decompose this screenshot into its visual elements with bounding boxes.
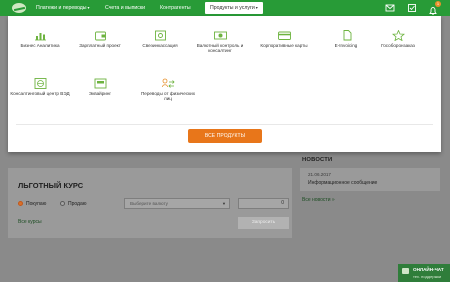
product-collection[interactable]: Свеэинкассация: [130, 30, 190, 48]
product-currency-control[interactable]: Валютный контроль и консалтинг: [190, 30, 250, 54]
products-dropdown: Бизнес Аналитика Зарплатный проект Свеэи…: [8, 16, 441, 152]
chat-subtitle: тех. поддержки: [413, 274, 442, 279]
product-ved-consulting[interactable]: Консалтинговый центр ВЭД: [10, 78, 70, 96]
chat-title: ОНЛАЙН-ЧАТ: [413, 267, 444, 272]
news-heading: НОВОСТИ: [302, 157, 333, 163]
bell-icon: [429, 7, 437, 15]
buy-label: Покупаю: [26, 201, 47, 207]
nav-counterparties[interactable]: Контрагенты: [160, 0, 191, 16]
terminal-icon: [94, 78, 106, 89]
news-date: 21.06.2017: [308, 172, 331, 177]
all-products-button[interactable]: ВСЕ ПРОДУКТЫ: [188, 129, 262, 143]
amount-input[interactable]: 0: [238, 198, 289, 209]
product-state-defense-order[interactable]: Гособоронзаказ: [368, 30, 428, 48]
analytics-icon: [34, 33, 46, 41]
wallet-icon: [94, 31, 106, 41]
product-e-invoicing[interactable]: E-Invoicing: [316, 30, 376, 48]
sell-label: Продаю: [68, 201, 87, 207]
news-text: Информационное сообщение: [308, 180, 378, 186]
transfer-icon: [161, 78, 175, 88]
preferential-rate-card: ЛЬГОТНЫЙ КУРС Покупаю Продаю Выберите ва…: [8, 168, 292, 238]
sell-radio[interactable]: [60, 201, 65, 206]
nav-products[interactable]: Продукты и услуги▾: [205, 2, 263, 14]
currency-select[interactable]: Выберите валюту ▼: [124, 198, 230, 209]
chevron-down-icon: ▾: [87, 5, 90, 10]
product-business-analytics[interactable]: Бизнес Аналитика: [10, 30, 70, 48]
chevron-down-icon: ▼: [222, 201, 226, 206]
chat-icon: [402, 268, 409, 274]
panel-divider: [16, 124, 433, 125]
tasks-icon[interactable]: [407, 3, 417, 13]
product-corporate-cards[interactable]: Корпоративные карты: [254, 30, 314, 48]
rate-title: ЛЬГОТНЫЙ КУРС: [18, 181, 84, 190]
request-button[interactable]: Запросить: [238, 217, 289, 229]
product-acquiring[interactable]: Эквайринг: [70, 78, 130, 96]
card-icon: [277, 31, 291, 40]
top-nav-bar: Платежи и переводы▾ Счета и выписки Конт…: [0, 0, 450, 16]
buy-radio[interactable]: [18, 201, 23, 206]
product-individual-transfers[interactable]: Переводы от физических лиц: [138, 78, 198, 102]
chevron-down-icon: ▾: [255, 5, 258, 10]
safe-icon: [154, 30, 166, 41]
online-chat-widget[interactable]: ОНЛАЙН-ЧАТ тех. поддержки: [398, 264, 450, 282]
globe-icon: [34, 78, 46, 89]
star-icon: [391, 30, 405, 41]
mail-icon[interactable]: [385, 3, 395, 13]
all-news-link[interactable]: Все новости »: [302, 197, 335, 203]
nav-payments[interactable]: Платежи и переводы▾: [36, 0, 90, 16]
product-salary-project[interactable]: Зарплатный проект: [70, 30, 130, 48]
news-item[interactable]: 21.06.2017 Информационное сообщение: [300, 168, 440, 191]
notifications-button[interactable]: 1: [428, 1, 441, 15]
bank-logo[interactable]: [12, 3, 26, 13]
all-courses-link[interactable]: Все курсы: [18, 219, 42, 225]
currency-icon: [213, 31, 227, 40]
nav-accounts[interactable]: Счета и выписки: [105, 0, 145, 16]
invoice-icon: [343, 30, 351, 41]
notification-badge: 1: [435, 1, 441, 7]
